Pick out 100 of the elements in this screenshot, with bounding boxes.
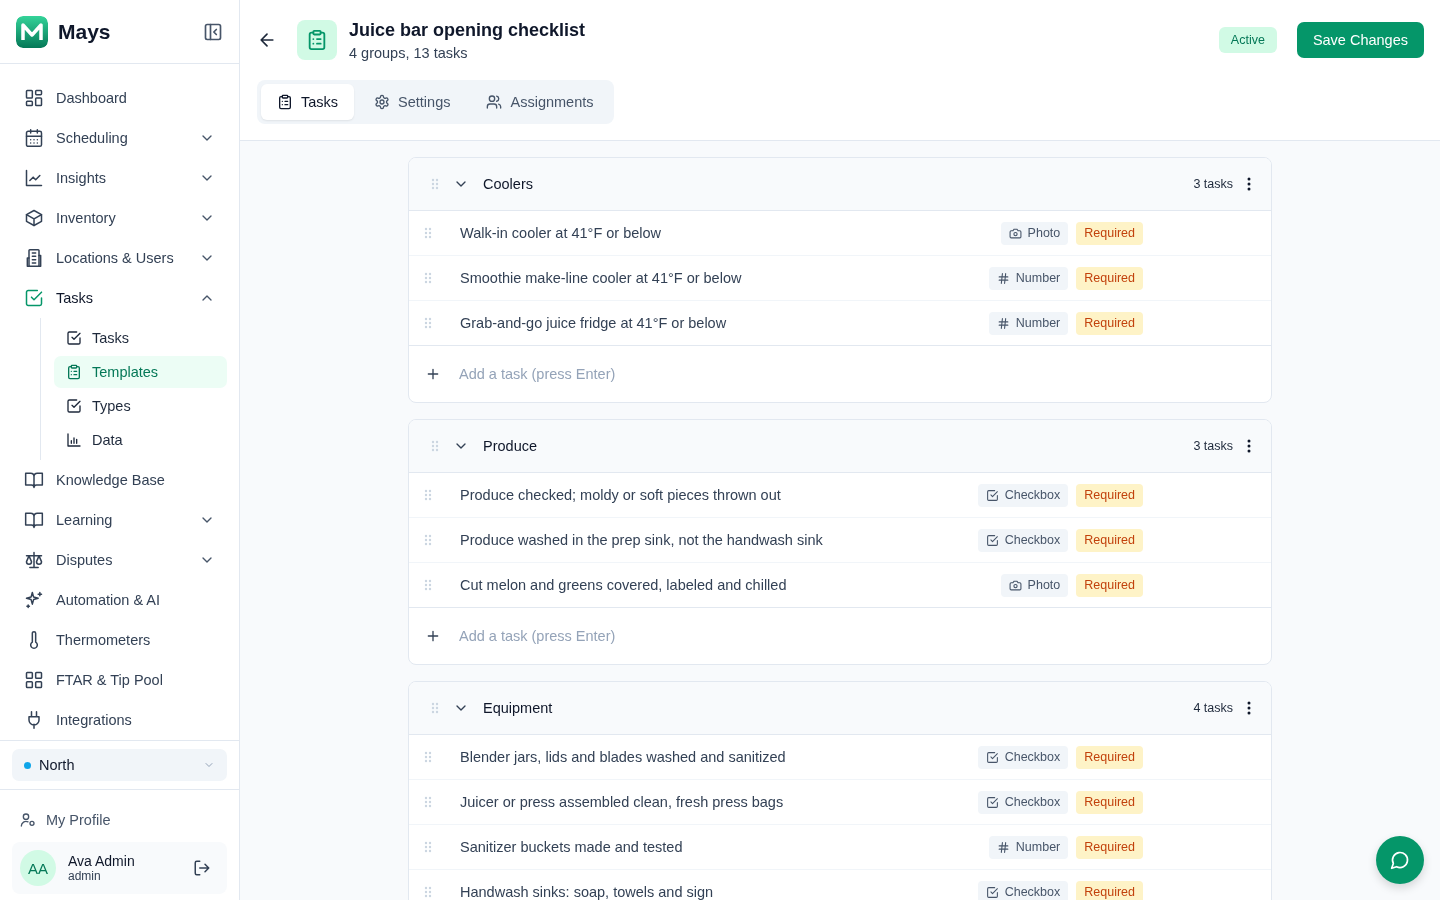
required-tag: Required: [1076, 221, 1143, 245]
page-subtitle: 4 groups, 13 tasks: [349, 44, 469, 61]
sidebar-item[interactable]: Thermometers: [12, 620, 227, 660]
sidebar-item[interactable]: Knowledge Base: [12, 460, 227, 500]
book-icon: [24, 510, 44, 530]
drag-handle-icon[interactable]: [431, 440, 439, 452]
collapse-sidebar-icon[interactable]: [203, 21, 223, 42]
checkbox-icon: [66, 398, 82, 414]
group-name: Equipment: [483, 700, 554, 716]
drag-handle-icon[interactable]: [424, 841, 432, 853]
sidebar-subitem[interactable]: Data: [54, 424, 227, 456]
drag-handle-icon[interactable]: [424, 227, 432, 239]
plus-icon: [425, 628, 441, 644]
sidebar-item[interactable]: Locations & Users: [12, 238, 227, 278]
brand-name: Mays: [58, 19, 112, 44]
location-select[interactable]: North: [12, 749, 227, 781]
task-row[interactable]: Smoothie make-line cooler at 41°F or below Number Required: [409, 256, 1271, 301]
task-type-tag: Photo: [1000, 573, 1069, 597]
sidebar-item[interactable]: Learning: [12, 500, 227, 540]
drag-handle-icon[interactable]: [424, 751, 432, 763]
task-row[interactable]: Handwash sinks: soap, towels and sign Checkbox Required: [409, 870, 1271, 900]
checkbox-icon: [985, 750, 999, 764]
dashboard-icon: [24, 88, 44, 108]
required-tag: Required: [1076, 880, 1143, 900]
task-row[interactable]: Produce checked; moldy or soft pieces thrown out Checkbox Required: [409, 473, 1271, 518]
task-type-tag: Number: [988, 311, 1069, 335]
clipboard-icon: [297, 20, 337, 60]
add-task-field[interactable]: Add a task (press Enter): [457, 365, 1255, 383]
required-tag: Required: [1076, 311, 1143, 335]
group-name: Produce: [483, 438, 538, 454]
bar-chart-icon: [66, 432, 82, 448]
sidebar-subitem[interactable]: Types: [54, 390, 227, 422]
task-name: Smoothie make-line cooler at 41°F or below: [460, 270, 743, 286]
line-chart-icon: [24, 168, 44, 188]
more-options-icon[interactable]: [1247, 701, 1251, 715]
drag-handle-icon[interactable]: [424, 489, 432, 501]
users-icon: [486, 94, 503, 110]
task-name: Blender jars, lids and blades washed and sanitized: [460, 749, 787, 765]
task-name: Produce washed in the prep sink, not the handwash sink: [460, 532, 824, 548]
task-type-tag: Checkbox: [977, 745, 1069, 769]
scale-icon: [24, 550, 44, 570]
task-name: Walk-in cooler at 41°F or below: [460, 225, 663, 241]
more-options-icon[interactable]: [1247, 439, 1251, 453]
user-name: Ava Admin: [68, 853, 136, 869]
building-icon: [24, 248, 44, 268]
sidebar-item[interactable]: Scheduling: [12, 118, 227, 158]
sidebar-item[interactable]: Insights: [12, 158, 227, 198]
profile-link[interactable]: My Profile: [12, 806, 227, 834]
drag-handle-icon[interactable]: [431, 702, 439, 714]
task-type-tag: Number: [988, 266, 1069, 290]
task-name: Handwash sinks: soap, towels and sign: [460, 884, 715, 900]
task-row[interactable]: Grab-and-go juice fridge at 41°F or below Number Required: [409, 301, 1271, 346]
tab[interactable]: Assignments: [470, 84, 610, 120]
task-row[interactable]: Produce washed in the prep sink, not the handwash sink Checkbox Required: [409, 518, 1271, 563]
sidebar-subitem[interactable]: Tasks: [54, 322, 227, 354]
sidebar-item[interactable]: FTAR & Tip Pool: [12, 660, 227, 700]
checkbox-icon: [985, 533, 999, 547]
drag-handle-icon[interactable]: [424, 317, 432, 329]
user-role: admin: [68, 869, 102, 883]
checkbox-icon: [24, 288, 44, 308]
tab[interactable]: Tasks: [261, 84, 355, 120]
drag-handle-icon[interactable]: [431, 178, 439, 190]
more-options-icon[interactable]: [1247, 177, 1251, 191]
task-name: Produce checked; moldy or soft pieces thrown out: [460, 487, 782, 503]
camera-icon: [1008, 578, 1022, 592]
sidebar-item[interactable]: Automation & AI: [12, 580, 227, 620]
box-icon: [24, 208, 44, 228]
add-task-field[interactable]: Add a task (press Enter): [457, 627, 1255, 645]
sidebar-item[interactable]: Tasks: [12, 278, 227, 318]
calendar-icon: [24, 128, 44, 148]
tab[interactable]: Settings: [358, 84, 467, 120]
sidebar-subitem[interactable]: Templates: [54, 356, 227, 388]
drag-handle-icon[interactable]: [424, 534, 432, 546]
hash-icon: [996, 840, 1010, 854]
task-row[interactable]: Walk-in cooler at 41°F or below Photo Required: [409, 211, 1271, 256]
required-tag: Required: [1076, 745, 1143, 769]
drag-handle-icon[interactable]: [424, 796, 432, 808]
required-tag: Required: [1076, 790, 1143, 814]
task-type-tag: Number: [988, 835, 1069, 859]
required-tag: Required: [1076, 573, 1143, 597]
task-row[interactable]: Cut melon and greens covered, labeled and chilled Photo Required: [409, 563, 1271, 608]
drag-handle-icon[interactable]: [424, 886, 432, 898]
sidebar-item[interactable]: Disputes: [12, 540, 227, 580]
avatar: AA: [20, 850, 56, 886]
checkbox-icon: [985, 795, 999, 809]
task-row[interactable]: Juicer or press assembled clean, fresh press bags Checkbox Required: [409, 780, 1271, 825]
save-button[interactable]: Save Changes: [1296, 22, 1424, 58]
task-name: Grab-and-go juice fridge at 41°F or below: [460, 315, 728, 331]
status-badge: Active: [1218, 27, 1277, 53]
task-row[interactable]: Blender jars, lids and blades washed and sanitized Checkbox Required: [409, 735, 1271, 780]
drag-handle-icon[interactable]: [424, 272, 432, 284]
sidebar-item[interactable]: Integrations: [12, 700, 227, 740]
sidebar-item[interactable]: Inventory: [12, 198, 227, 238]
page-title: Juice bar opening checklist: [349, 19, 587, 41]
task-row[interactable]: Sanitizer buckets made and tested Number Required: [409, 825, 1271, 870]
clipboard-icon: [66, 364, 82, 380]
drag-handle-icon[interactable]: [424, 579, 432, 591]
camera-icon: [1008, 226, 1022, 240]
task-type-tag: Checkbox: [977, 483, 1069, 507]
sidebar-item[interactable]: Dashboard: [12, 78, 227, 118]
